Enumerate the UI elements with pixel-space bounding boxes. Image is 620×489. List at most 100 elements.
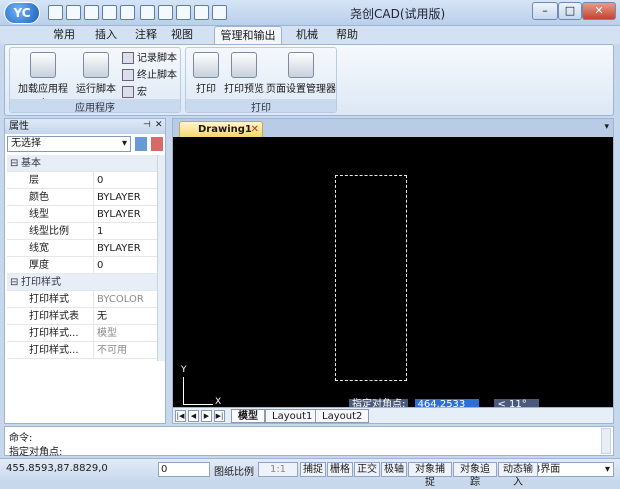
print-button[interactable]: 打印 (190, 52, 222, 95)
script-run-icon (83, 52, 109, 78)
save-as-icon[interactable] (194, 5, 209, 20)
property-value[interactable]: 0 (93, 172, 157, 189)
status-toggle[interactable]: 正交 (354, 462, 380, 477)
properties-title: 属性 (5, 119, 165, 134)
property-name: 线型比例 (29, 226, 69, 237)
app-logo[interactable]: YC (4, 2, 40, 24)
property-row[interactable]: 打印样式表 无 (7, 308, 157, 325)
property-value[interactable]: BYLAYER (93, 240, 157, 257)
open-folder-icon[interactable] (66, 5, 81, 20)
chevron-down-icon[interactable]: ▾ (604, 122, 609, 132)
property-row[interactable]: 打印样式... 模型 (7, 325, 157, 342)
status-toggle[interactable]: 栅格 (327, 462, 353, 477)
tab-mechanical[interactable]: 机械 (292, 26, 322, 44)
close-icon[interactable]: ✕ (251, 122, 259, 137)
record-script-button[interactable]: 记录脚本 (122, 52, 177, 68)
status-toggle[interactable]: 对象追踪 (453, 462, 497, 488)
tab-help[interactable]: 帮助 (332, 26, 362, 44)
redo-icon[interactable] (120, 5, 135, 20)
tab-layout2[interactable]: Layout2 (315, 409, 370, 423)
command-line[interactable]: 命令: 指定对角点: (4, 426, 614, 458)
property-value[interactable]: BYCOLOR (93, 291, 157, 308)
tab-view[interactable]: 视图 (164, 26, 200, 44)
property-row[interactable]: 打印样式... 不可用 (7, 342, 157, 359)
next-layout-icon[interactable]: ▶ (201, 410, 212, 422)
match-properties-icon[interactable] (140, 5, 155, 20)
maximize-button[interactable]: □ (558, 2, 582, 20)
property-value[interactable]: 模型 (93, 325, 157, 342)
tab-drawing1[interactable]: Drawing1 ✕ (179, 121, 263, 137)
tab-layout1[interactable]: Layout1 (265, 409, 320, 423)
property-value[interactable]: 1 (93, 223, 157, 240)
property-name: 线型 (29, 209, 49, 220)
group-label: 应用程序 (10, 99, 180, 114)
status-toggle[interactable]: 捕捉 (300, 462, 326, 477)
stop-script-button[interactable]: 终止脚本 (122, 69, 177, 85)
prev-layout-icon[interactable]: ◀ (188, 410, 199, 422)
tab-manage-output[interactable]: 管理和输出 (214, 26, 282, 44)
new-file-icon[interactable] (48, 5, 63, 20)
record-icon (122, 52, 134, 64)
run-script-button[interactable]: 运行脚本 (74, 52, 118, 95)
layer-dropdown[interactable]: 0 (158, 462, 210, 477)
tab-insert[interactable]: 插入 (88, 26, 124, 44)
command-scrollbar[interactable] (601, 428, 611, 454)
pin-icon[interactable]: ⊣ (143, 120, 151, 130)
zoom-icon[interactable] (212, 5, 227, 20)
property-row[interactable]: 线宽 BYLAYER (7, 240, 157, 257)
coordinate-readout: 455.8593,87.8829,0 (6, 463, 108, 474)
layout-tab-bar: |◀ ◀ ▶ ▶| 模型 Layout1 Layout2 (173, 407, 613, 423)
property-name: 打印样式表 (29, 311, 79, 322)
property-row[interactable]: 厚度 0 (7, 257, 157, 274)
quick-select-icon[interactable] (135, 137, 147, 151)
scale-label: 图纸比例 (214, 467, 254, 478)
scale-dropdown[interactable]: 1:1 (258, 462, 298, 477)
property-row[interactable]: 层0 (7, 172, 157, 189)
property-row[interactable]: 线型比例 1 (7, 223, 157, 240)
property-value[interactable]: 不可用 (93, 342, 157, 359)
property-category[interactable]: ⊟ 基本 (7, 155, 157, 172)
drawing-canvas[interactable]: Y X 指定对角点: 464.2533 < 11° (173, 137, 613, 410)
close-button[interactable]: ✕ (582, 2, 616, 20)
properties-scrollbar[interactable] (157, 155, 165, 361)
group-print: 打印 打印预览 页面设置管理器 打印 (185, 47, 337, 114)
page-setup-icon (288, 52, 314, 78)
property-value[interactable]: 无 (93, 308, 157, 325)
command-history: 指定对角点: (9, 447, 63, 458)
properties-panel: 属性 ⊣ ✕ 无选择 ▾ ⊟ 基本层 0 颜色 BYLAYER 线型 BYLAYER 线型比例 1… (4, 118, 166, 424)
undo-icon[interactable] (102, 5, 117, 20)
property-name: 层 (29, 175, 39, 186)
property-value[interactable]: BYLAYER (93, 189, 157, 206)
tab-common[interactable]: 常用 (46, 26, 82, 44)
tab-model[interactable]: 模型 (231, 409, 265, 423)
last-layout-icon[interactable]: ▶| (214, 410, 225, 422)
selection-rectangle (335, 175, 407, 381)
property-category[interactable]: ⊟ 打印样式 (7, 274, 157, 291)
tab-annotate[interactable]: 注释 (128, 26, 164, 44)
first-layout-icon[interactable]: |◀ (175, 410, 186, 422)
save-icon[interactable] (84, 5, 99, 20)
property-row[interactable]: 颜色 BYLAYER (7, 189, 157, 206)
property-value[interactable]: 0 (93, 257, 157, 274)
property-value[interactable]: BYLAYER (93, 206, 157, 223)
selection-dropdown[interactable]: 无选择 ▾ (7, 136, 131, 152)
panel-close-icon[interactable]: ✕ (155, 120, 163, 130)
print-preview-icon (231, 52, 257, 78)
minimize-button[interactable]: – (532, 2, 558, 20)
drawing-area: Drawing1 ✕ ▾ Y X 指定对角点: 464.2533 < 11° |◀… (172, 118, 614, 424)
import-icon[interactable] (158, 5, 173, 20)
status-toggle[interactable]: 对象捕捉 (408, 462, 452, 488)
collapse-icon[interactable]: ⊟ (10, 155, 18, 172)
collapse-icon[interactable]: ⊟ (10, 274, 18, 291)
status-toggle[interactable]: 动态输入 (498, 462, 538, 488)
group-label: 打印 (186, 99, 336, 114)
select-objects-icon[interactable] (151, 137, 163, 151)
print-preview-button[interactable]: 打印预览 (224, 52, 264, 95)
page-setup-manager-button[interactable]: 页面设置管理器 (266, 52, 336, 95)
property-row[interactable]: 线型 BYLAYER (7, 206, 157, 223)
status-toggle[interactable]: 极轴 (381, 462, 407, 477)
command-prompt: 命令: (9, 433, 33, 444)
property-row[interactable]: 打印样式 BYCOLOR (7, 291, 157, 308)
export-icon[interactable] (176, 5, 191, 20)
property-name: 打印样式 (21, 277, 61, 288)
